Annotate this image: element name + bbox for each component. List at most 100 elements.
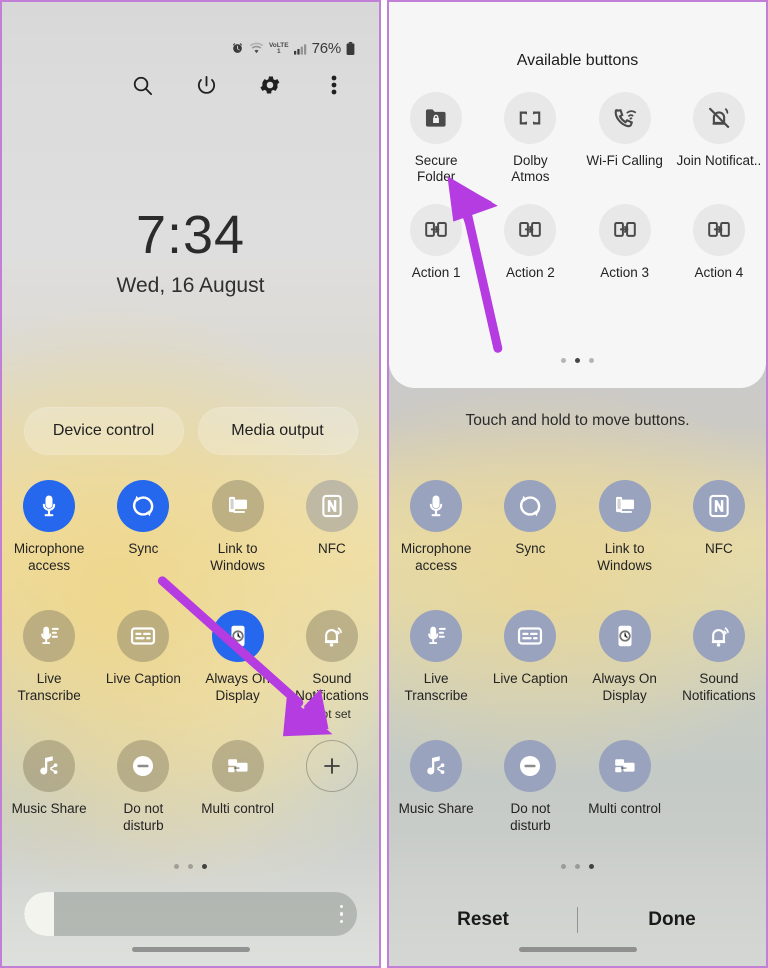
available-buttons-row-2: Action 1 Action 2 Action 3 Action 4	[389, 203, 766, 281]
action-icon[interactable]	[410, 203, 463, 256]
join-notifications-icon[interactable]	[692, 92, 745, 144]
quick-tile-live-transcribe-icon[interactable]: Live Transcribe	[389, 610, 483, 705]
tile-label: Live Caption	[492, 671, 568, 686]
do-not-disturb-icon[interactable]	[117, 740, 170, 792]
more-options-icon[interactable]	[319, 70, 349, 100]
secure-folder-icon[interactable]	[410, 92, 463, 144]
gesture-bar[interactable]	[131, 947, 250, 952]
quick-tile-music-share-icon[interactable]: Music Share	[2, 740, 96, 835]
sync-icon[interactable]	[117, 480, 170, 532]
available-tile-action-icon[interactable]: Action 2	[483, 203, 577, 281]
page-dot[interactable]	[589, 358, 594, 363]
page-dot[interactable]	[575, 358, 580, 363]
quick-tile-nfc-icon[interactable]: NFC	[285, 480, 379, 575]
quick-tiles-row-3: Music Share Do not disturb Multi control	[2, 740, 379, 835]
available-tile-label: Wi-Fi Calling	[586, 153, 663, 168]
tile-label: Sound Notifications	[682, 671, 756, 703]
quick-tile-always-on-display-icon[interactable]: Always On Display	[191, 610, 285, 721]
quick-tile-add-button-icon[interactable]	[285, 740, 379, 835]
link-to-windows-icon[interactable]	[598, 480, 651, 532]
quick-tile-microphone-icon[interactable]: Microphone access	[2, 480, 96, 575]
quick-tile-live-transcribe-icon[interactable]: Live Transcribe	[2, 610, 96, 721]
sound-notifications-icon[interactable]	[305, 610, 358, 662]
available-tile-action-icon[interactable]: Action 3	[578, 203, 672, 281]
quick-tile-sound-notifications-icon[interactable]: Sound Notifications	[672, 610, 766, 705]
tile-label: Live Caption	[105, 671, 181, 686]
quick-tile-sync-icon[interactable]: Sync	[96, 480, 190, 575]
music-share-icon[interactable]	[23, 740, 76, 792]
reset-button[interactable]: Reset	[389, 909, 577, 931]
done-button[interactable]: Done	[578, 909, 766, 931]
available-buttons-row-1: Secure Folder Dolby Atmos Wi-Fi Calling …	[389, 92, 766, 186]
media-output-chip[interactable]: Media output	[197, 407, 358, 455]
available-tile-action-icon[interactable]: Action 4	[672, 203, 766, 281]
do-not-disturb-icon[interactable]	[504, 740, 557, 792]
page-dot[interactable]	[174, 864, 179, 869]
quick-tile-microphone-icon[interactable]: Microphone access	[389, 480, 483, 575]
page-dot[interactable]	[202, 864, 207, 869]
sound-notifications-icon[interactable]	[692, 610, 745, 662]
page-dot[interactable]	[188, 864, 193, 869]
tile-label: Sound Notifications	[295, 671, 369, 703]
page-dot[interactable]	[561, 864, 566, 869]
touch-and-hold-hint: Touch and hold to move buttons.	[465, 412, 690, 429]
available-tile-wifi-calling-icon[interactable]: Wi-Fi Calling	[578, 92, 672, 186]
quick-tile-nfc-icon[interactable]: NFC	[672, 480, 766, 575]
always-on-display-icon[interactable]	[598, 610, 651, 662]
action-icon[interactable]	[598, 203, 651, 256]
available-tile-dolby-atmos-icon[interactable]: Dolby Atmos	[483, 92, 577, 186]
music-share-icon[interactable]	[410, 740, 463, 792]
quick-tile-multi-control-icon[interactable]: Multi control	[578, 740, 672, 835]
quick-tile-multi-control-icon[interactable]: Multi control	[191, 740, 285, 835]
live-transcribe-icon[interactable]	[23, 610, 76, 662]
sync-icon[interactable]	[504, 480, 557, 532]
power-icon[interactable]	[191, 70, 221, 100]
brightness-more-icon[interactable]	[339, 904, 343, 924]
quick-tile-do-not-disturb-icon[interactable]: Do not disturb	[96, 740, 190, 835]
quick-tile-sound-notifications-icon[interactable]: Sound Notifications Not set	[285, 610, 379, 721]
available-tile-secure-folder-icon[interactable]: Secure Folder	[389, 92, 483, 186]
nfc-icon[interactable]	[692, 480, 745, 532]
gesture-bar[interactable]	[518, 947, 637, 952]
live-caption-icon[interactable]	[504, 610, 557, 662]
available-tile-action-icon[interactable]: Action 1	[389, 203, 483, 281]
quick-tile-do-not-disturb-icon[interactable]: Do not disturb	[483, 740, 577, 835]
page-dot[interactable]	[575, 864, 580, 869]
wifi-calling-icon[interactable]	[598, 92, 651, 144]
quick-tile-live-caption-icon[interactable]: Live Caption	[96, 610, 190, 721]
quick-tile-live-caption-icon[interactable]: Live Caption	[483, 610, 577, 705]
available-tile-label: Dolby Atmos	[511, 153, 550, 185]
link-to-windows-icon[interactable]	[211, 480, 264, 532]
live-caption-icon[interactable]	[117, 610, 170, 662]
device-control-chip[interactable]: Device control	[23, 407, 184, 455]
search-icon[interactable]	[127, 70, 157, 100]
quick-tile-sync-icon[interactable]: Sync	[483, 480, 577, 575]
dolby-atmos-icon[interactable]	[504, 92, 557, 144]
available-tile-join-notifications-icon[interactable]: Join Notificat..	[672, 92, 766, 186]
microphone-icon[interactable]	[410, 480, 463, 532]
left-phone-panel: VoLTE 1 76% 7:34 Wed, 16 August Device c…	[0, 0, 381, 968]
multi-control-icon[interactable]	[211, 740, 264, 792]
available-tile-label: Join Notificat..	[676, 153, 762, 168]
multi-control-icon[interactable]	[598, 740, 651, 792]
nfc-icon[interactable]	[305, 480, 358, 532]
edit-tiles-row-1: Microphone access Sync Link to Windows N…	[389, 480, 766, 575]
gear-icon[interactable]	[255, 70, 285, 100]
always-on-display-icon[interactable]	[211, 610, 264, 662]
clock-date: Wed, 16 August	[116, 274, 265, 297]
quick-tile-always-on-display-icon[interactable]: Always On Display	[578, 610, 672, 705]
add-button-icon[interactable]	[305, 740, 358, 792]
microphone-icon[interactable]	[23, 480, 76, 532]
tile-label: Do not disturb	[510, 801, 551, 833]
edit-action-bar: Reset Done	[389, 907, 766, 933]
quick-tile-music-share-icon[interactable]: Music Share	[389, 740, 483, 835]
page-dot[interactable]	[561, 358, 566, 363]
live-transcribe-icon[interactable]	[410, 610, 463, 662]
quick-tile-link-to-windows-icon[interactable]: Link to Windows	[191, 480, 285, 575]
brightness-slider[interactable]	[24, 892, 357, 936]
available-tile-label: Action 3	[600, 264, 650, 280]
action-icon[interactable]	[692, 203, 745, 256]
quick-tile-link-to-windows-icon[interactable]: Link to Windows	[578, 480, 672, 575]
page-dot[interactable]	[589, 864, 594, 869]
action-icon[interactable]	[504, 203, 557, 256]
